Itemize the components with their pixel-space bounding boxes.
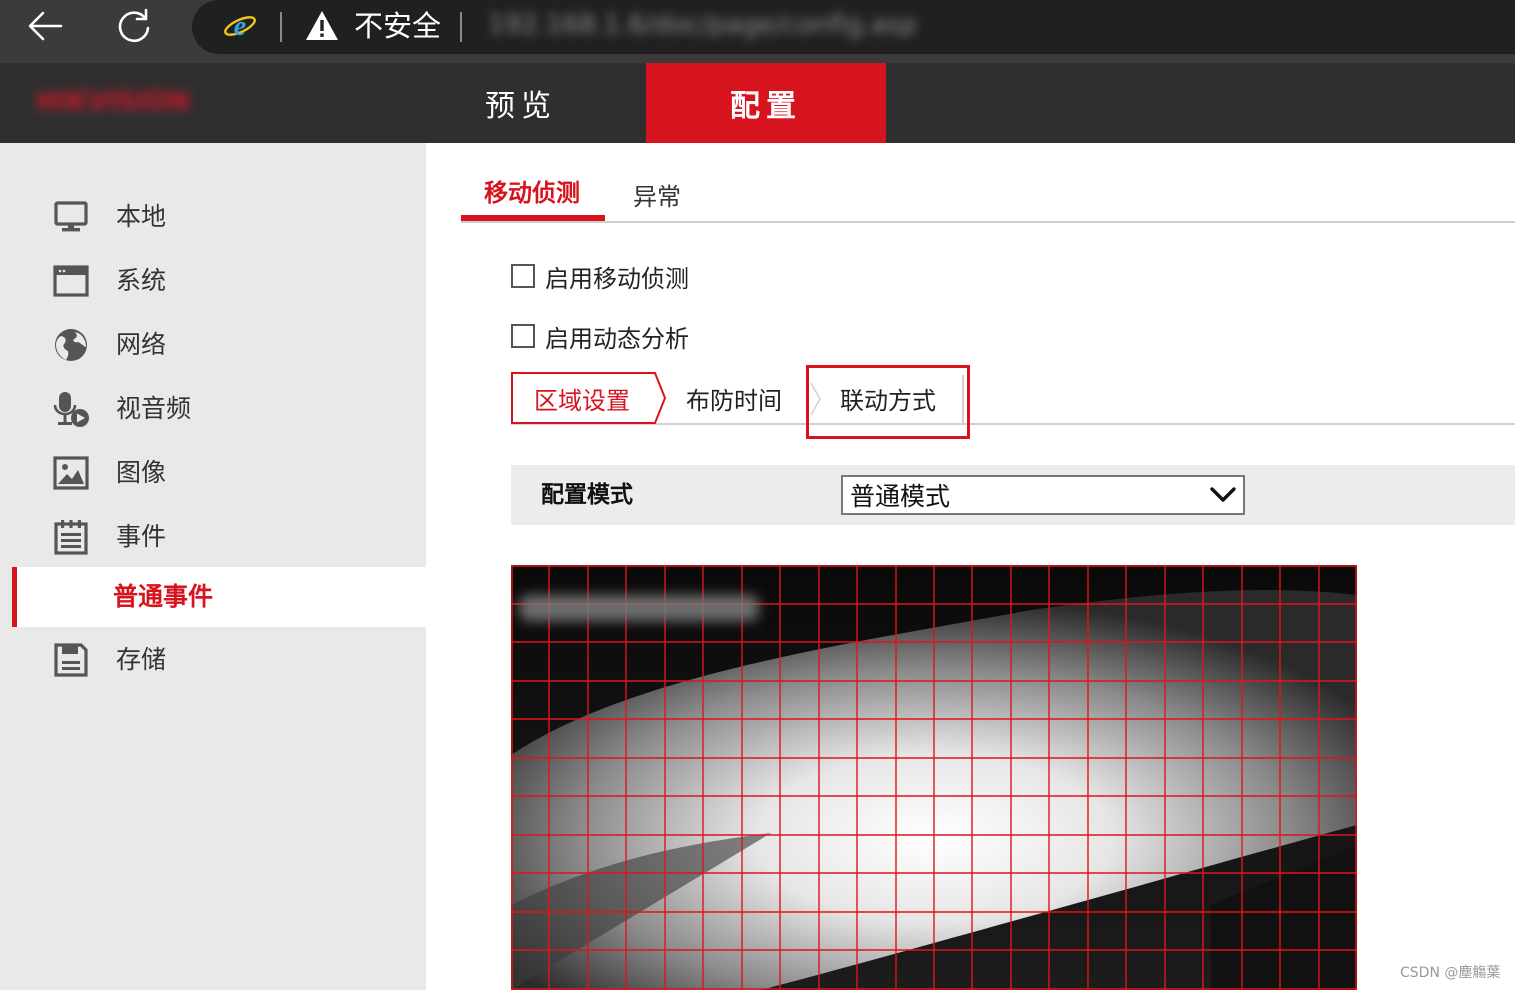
sidebar-item-label: 图像 xyxy=(116,458,167,487)
sidebar-item-label: 本地 xyxy=(116,202,167,231)
brand-logo: HIKVISION xyxy=(36,87,190,117)
active-tab-indicator xyxy=(461,215,605,221)
address-divider xyxy=(460,12,462,42)
security-status-text[interactable]: 不安全 xyxy=(354,7,441,45)
url-text[interactable]: 192.168.1.6/doc/page/config.asp xyxy=(488,10,917,40)
sidebar-item-label: 存储 xyxy=(116,645,167,674)
tab-config[interactable]: 配置 xyxy=(646,63,886,143)
address-bar[interactable]: e 不安全 192.168.1.6/doc/page/config.asp xyxy=(192,0,1515,54)
tab-exception[interactable]: 异常 xyxy=(633,177,681,217)
checkbox-label: 启用移动侦测 xyxy=(545,264,689,293)
checkbox-label: 启用动态分析 xyxy=(545,324,689,353)
sub-tabs-divider xyxy=(461,221,1515,223)
tab-motion-detection[interactable]: 移动侦测 xyxy=(484,173,580,213)
step-arrow-icon xyxy=(649,372,667,424)
sidebar-item-label: 事件 xyxy=(116,522,167,551)
config-mode-value: 普通模式 xyxy=(850,482,951,511)
step-area-settings[interactable]: 区域设置 xyxy=(511,372,651,424)
brand-logo-text: HIKVISION xyxy=(36,87,190,117)
back-button[interactable] xyxy=(20,4,70,48)
config-mode-label: 配置模式 xyxy=(541,482,633,508)
arrow-left-icon xyxy=(28,11,63,41)
sidebar-item-label: 网络 xyxy=(116,330,167,359)
globe-icon xyxy=(52,326,90,364)
ie-logo-icon: e xyxy=(222,8,258,44)
monitor-icon xyxy=(52,198,90,236)
sidebar-item-video-audio[interactable]: 视音频 xyxy=(0,379,426,439)
warning-triangle-icon[interactable] xyxy=(304,9,340,47)
sidebar-item-storage[interactable]: 存储 xyxy=(0,630,426,690)
tab-preview-label: 预览 xyxy=(485,89,557,124)
enable-dynamic-analysis-checkbox[interactable] xyxy=(511,324,535,348)
chevron-down-icon xyxy=(1210,487,1236,502)
step-label: 区域设置 xyxy=(534,386,630,415)
main-panel: 移动侦测 异常 启用移动侦测 启用动态分析 区域设置 布防时间 联动方式 配置模… xyxy=(426,143,1515,990)
step-label: 布防时间 xyxy=(686,386,782,415)
motion-detection-area-canvas[interactable] xyxy=(511,565,1357,990)
window-icon xyxy=(52,262,90,300)
calendar-list-icon xyxy=(52,518,90,556)
refresh-icon xyxy=(118,8,150,43)
microphone-video-icon xyxy=(52,390,90,428)
sidebar-subitem-normal-event[interactable]: 普通事件 xyxy=(12,567,426,627)
enable-motion-detection-row[interactable]: 启用移动侦测 xyxy=(511,256,689,296)
osd-timestamp-overlay xyxy=(519,595,759,621)
config-mode-select[interactable]: 普通模式 xyxy=(841,475,1245,515)
enable-motion-detection-checkbox[interactable] xyxy=(511,264,535,288)
sidebar-item-event[interactable]: 事件 xyxy=(0,507,426,567)
app-header: HIKVISION 预览 配置 xyxy=(0,63,1515,143)
tab-preview[interactable]: 预览 xyxy=(436,63,606,143)
camera-preview-image xyxy=(511,565,1357,990)
sidebar-item-network[interactable]: 网络 xyxy=(0,315,426,375)
svg-text:e: e xyxy=(234,11,246,42)
sidebar-item-label: 视音频 xyxy=(116,394,192,423)
annotation-highlight-box xyxy=(806,365,970,439)
sidebar-item-local[interactable]: 本地 xyxy=(0,187,426,247)
sidebar-subitem-label: 普通事件 xyxy=(113,582,214,611)
sidebar-item-system[interactable]: 系统 xyxy=(0,251,426,311)
page-root: e 不安全 192.168.1.6/doc/page/config.asp HI… xyxy=(0,0,1515,990)
browser-toolbar: e 不安全 192.168.1.6/doc/page/config.asp xyxy=(0,0,1515,63)
step-arming-schedule[interactable]: 布防时间 xyxy=(686,372,782,424)
tab-config-label: 配置 xyxy=(730,89,802,124)
floppy-disk-icon xyxy=(52,641,90,679)
refresh-button[interactable] xyxy=(109,4,159,48)
watermark-text: CSDN @塵觴葉 xyxy=(1400,965,1501,981)
image-icon xyxy=(52,454,90,492)
address-divider xyxy=(280,12,282,42)
config-mode-row: 配置模式 普通模式 xyxy=(511,465,1515,525)
sidebar: 本地 系统 网络 视音频 图像 事件 普通事件 存储 xyxy=(0,143,426,990)
sidebar-item-image[interactable]: 图像 xyxy=(0,443,426,503)
sidebar-item-label: 系统 xyxy=(116,266,167,295)
enable-dynamic-analysis-row[interactable]: 启用动态分析 xyxy=(511,316,689,356)
